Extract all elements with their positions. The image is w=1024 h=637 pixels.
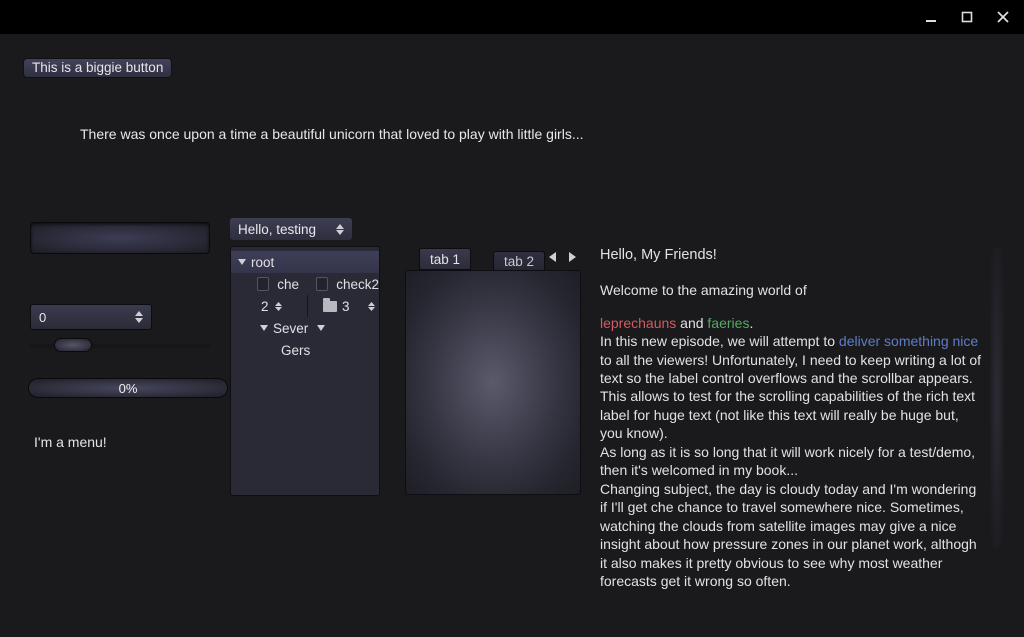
rt-red: leprechauns xyxy=(600,315,676,331)
minimize-button[interactable] xyxy=(924,10,938,24)
tree-item-label: root xyxy=(251,255,274,270)
scrollbar[interactable] xyxy=(990,248,1004,548)
biggie-button[interactable]: This is a biggie button xyxy=(23,58,172,78)
rt-span: and xyxy=(676,315,707,331)
rt-span: Welcome to the amazing world of xyxy=(600,282,807,298)
rich-text-title: Hello, My Friends! xyxy=(600,246,984,265)
option-button[interactable]: Hello, testing xyxy=(230,218,352,240)
spin-arrows-icon[interactable] xyxy=(368,302,375,311)
folder-icon xyxy=(323,301,337,312)
tree-item-label: Gers xyxy=(281,343,310,358)
tree-item-label: Sever xyxy=(273,321,308,336)
rt-span: As long as it is so long that it will wo… xyxy=(600,444,975,478)
tree-item-checks[interactable]: che check2 xyxy=(231,273,379,295)
chevron-updown-icon[interactable] xyxy=(275,302,282,311)
tab-2[interactable]: tab 2 xyxy=(493,251,545,271)
tree-item-root[interactable]: root xyxy=(231,251,379,273)
rt-span: In this new episode, we will attempt to xyxy=(600,333,839,349)
progress-bar: 0% xyxy=(28,378,228,398)
chevron-down-icon xyxy=(259,325,269,331)
rich-text-label[interactable]: Hello, My Friends! Welcome to the amazin… xyxy=(600,246,984,591)
rt-green: faeries xyxy=(707,315,749,331)
rt-link[interactable]: deliver something nice xyxy=(839,333,978,349)
tab-panel xyxy=(405,270,581,495)
tree-item-gers[interactable]: Gers xyxy=(231,339,379,361)
rt-span: . xyxy=(749,315,753,331)
slider[interactable] xyxy=(30,338,210,354)
tree-control[interactable]: root che check2 2 3 xyxy=(230,246,380,496)
rt-span: Changing subject, the day is cloudy toda… xyxy=(600,481,977,589)
tab-prev-button[interactable] xyxy=(547,250,557,264)
checkbox-che[interactable] xyxy=(257,277,269,291)
checkbox-check2[interactable] xyxy=(316,277,328,291)
spinbox-arrows[interactable] xyxy=(135,311,143,323)
spinbox[interactable]: 0 xyxy=(30,304,152,330)
rt-span: This allows to test for the scrolling ca… xyxy=(600,388,975,441)
tree-cell-value: 2 xyxy=(261,299,269,314)
option-button-label: Hello, testing xyxy=(238,222,316,237)
tree-item-numbers[interactable]: 2 3 xyxy=(231,295,379,317)
tab-next-button[interactable] xyxy=(567,250,577,264)
chevron-updown-icon xyxy=(336,224,344,235)
story-label: There was once upon a time a beautiful u… xyxy=(80,126,584,142)
text-input[interactable] xyxy=(30,222,210,254)
spinbox-value: 0 xyxy=(39,310,46,325)
tree-cell-value: 3 xyxy=(342,299,350,314)
close-button[interactable] xyxy=(996,10,1010,24)
chevron-down-icon xyxy=(316,325,326,331)
rt-span: to all the viewers! Unfortunately, I nee… xyxy=(600,352,981,386)
menu-button[interactable]: I'm a menu! xyxy=(34,434,210,450)
checkbox-label: che xyxy=(277,277,299,292)
maximize-button[interactable] xyxy=(960,10,974,24)
progress-text: 0% xyxy=(119,381,138,396)
tree-item-sever[interactable]: Sever xyxy=(231,317,379,339)
chevron-down-icon xyxy=(237,259,247,265)
titlebar xyxy=(0,0,1024,34)
slider-thumb[interactable] xyxy=(54,338,92,352)
checkbox-label: check2 xyxy=(336,277,379,292)
tab-1[interactable]: tab 1 xyxy=(419,248,471,270)
